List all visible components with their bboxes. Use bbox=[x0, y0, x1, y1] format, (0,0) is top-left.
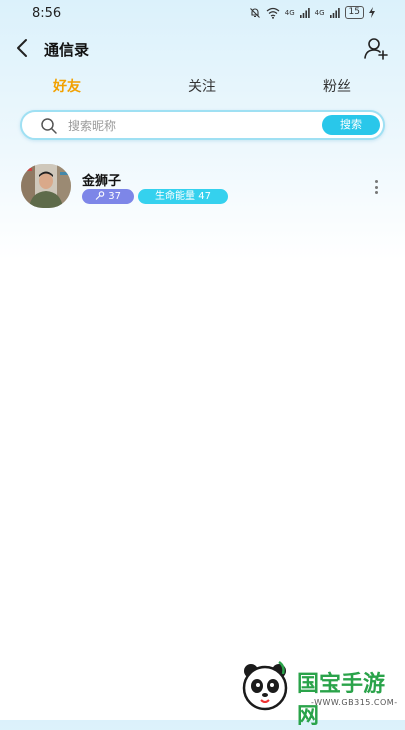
friend-name: 金狮子 bbox=[82, 174, 122, 189]
panda-logo-icon bbox=[242, 660, 288, 711]
level-badge: 37 bbox=[82, 189, 134, 204]
search-input[interactable] bbox=[66, 115, 300, 137]
friend-list-item[interactable]: 金狮子 37 生命能量 47 bbox=[0, 160, 405, 216]
avatar-photo bbox=[21, 164, 71, 208]
header: 通信录 bbox=[0, 30, 405, 68]
charging-icon bbox=[369, 7, 375, 18]
signal-bars-icon bbox=[329, 8, 340, 18]
key-icon bbox=[95, 191, 105, 200]
signal-bars-icon bbox=[299, 8, 310, 18]
energy-badge: 生命能量 47 bbox=[138, 189, 228, 204]
more-options-icon[interactable] bbox=[373, 180, 379, 198]
status-time: 8:56 bbox=[32, 6, 62, 21]
status-bar: 8:56 4G 4G 15 bbox=[0, 0, 405, 26]
add-friend-icon[interactable] bbox=[363, 36, 389, 62]
avatar[interactable] bbox=[21, 164, 71, 208]
status-icons: 4G 4G 15 bbox=[249, 6, 375, 19]
tab-friends[interactable]: 好友 bbox=[53, 76, 81, 96]
search-icon bbox=[41, 118, 57, 134]
tab-bar: 好友 关注 粉丝 bbox=[0, 76, 405, 102]
mute-bell-icon bbox=[249, 7, 260, 18]
level-value: 37 bbox=[108, 191, 121, 202]
battery-indicator: 15 bbox=[344, 6, 364, 19]
tab-fans[interactable]: 粉丝 bbox=[323, 76, 351, 96]
watermark: 国宝手游网 -WWW.GB315.COM- bbox=[225, 652, 405, 729]
wifi-icon bbox=[266, 7, 280, 19]
search-bar: 搜索 bbox=[20, 110, 385, 140]
search-button[interactable]: 搜索 bbox=[322, 115, 380, 135]
tab-following[interactable]: 关注 bbox=[188, 76, 216, 96]
watermark-url: -WWW.GB315.COM- bbox=[311, 698, 398, 707]
page-title: 通信录 bbox=[44, 41, 90, 59]
back-icon[interactable] bbox=[12, 36, 34, 60]
signal-2-label: 4G bbox=[314, 8, 325, 17]
signal-1-label: 4G bbox=[284, 8, 295, 17]
